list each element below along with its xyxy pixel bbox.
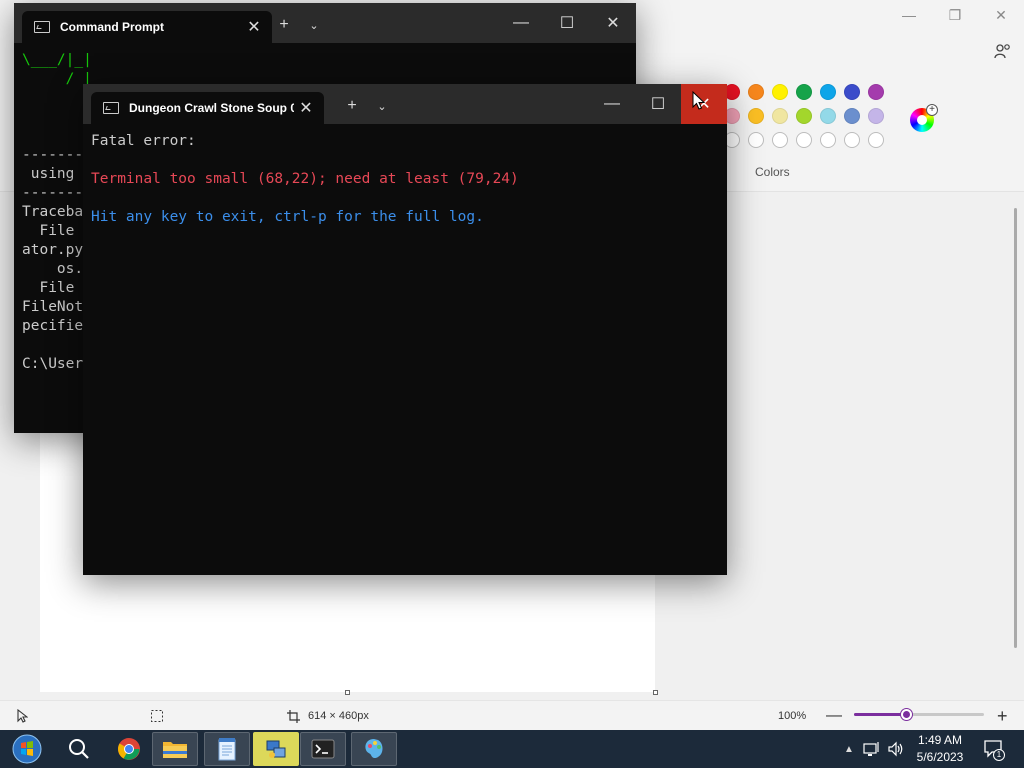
taskbar-clock[interactable]: 1:49 AM 5/6/2023 bbox=[908, 732, 972, 766]
dcss-tab-title: Dungeon Crawl Stone Soup 0. bbox=[129, 101, 294, 115]
taskbar-file-explorer-button[interactable] bbox=[152, 732, 198, 766]
color-swatch[interactable] bbox=[772, 108, 788, 124]
taskbar: ▲ 1:49 AM 5/6/2023 1 bbox=[0, 730, 1024, 768]
terminal-icon bbox=[34, 21, 50, 33]
dcss-dropdown-chevron-icon[interactable]: ⌄ bbox=[372, 96, 392, 116]
custom-color-slot[interactable] bbox=[796, 132, 812, 148]
zoom-slider[interactable] bbox=[854, 709, 984, 720]
taskbar-search-button[interactable] bbox=[56, 732, 102, 766]
share-icon[interactable] bbox=[992, 40, 1014, 62]
color-swatch[interactable] bbox=[772, 84, 788, 100]
search-icon bbox=[69, 739, 89, 759]
cmd-tab-close-icon[interactable]: ✕ bbox=[244, 17, 264, 37]
taskbar-chrome-button[interactable] bbox=[106, 732, 152, 766]
cmd-tab-title: Command Prompt bbox=[60, 20, 165, 34]
notification-badge: 1 bbox=[993, 749, 1005, 761]
terminal-line: Fatal error: bbox=[91, 133, 196, 149]
cmd-new-tab-button[interactable]: + bbox=[274, 15, 294, 35]
taskbar-terminal-button[interactable] bbox=[300, 732, 346, 766]
tab-dungeon-crawl[interactable]: Dungeon Crawl Stone Soup 0. ✕ bbox=[91, 92, 324, 124]
dcss-maximize-button[interactable]: ☐ bbox=[635, 84, 681, 124]
clock-time: 1:49 AM bbox=[917, 733, 963, 747]
color-swatch[interactable] bbox=[844, 108, 860, 124]
color-swatch[interactable] bbox=[748, 108, 764, 124]
cmd-tab-bar: Command Prompt ✕ + ⌄ — ☐ ✕ bbox=[14, 3, 636, 43]
dcss-tab-bar: Dungeon Crawl Stone Soup 0. ✕ + ⌄ — ☐ ✕ bbox=[83, 84, 727, 124]
status-bar: 614 × 460px 100% — + bbox=[0, 700, 1024, 730]
custom-color-slot[interactable] bbox=[844, 132, 860, 148]
windows-logo-icon bbox=[12, 734, 42, 764]
dcss-terminal-output[interactable]: Fatal error: Terminal too small (68,22); … bbox=[91, 132, 727, 227]
custom-color-slot[interactable] bbox=[772, 132, 788, 148]
taskbar-connect-button[interactable] bbox=[253, 732, 299, 766]
terminal-line: Terminal too small (68,22); need at leas… bbox=[91, 171, 519, 187]
zoom-out-button[interactable]: — bbox=[826, 701, 842, 731]
dcss-minimize-button[interactable]: — bbox=[589, 84, 635, 124]
zoom-slider-fill bbox=[854, 713, 906, 716]
taskbar-paint-button[interactable] bbox=[351, 732, 397, 766]
mouse-cursor-icon bbox=[692, 91, 706, 110]
color-palette bbox=[724, 84, 884, 156]
cursor-position-icon bbox=[16, 701, 28, 731]
cmd-dropdown-chevron-icon[interactable]: ⌄ bbox=[304, 15, 324, 35]
dcss-new-tab-button[interactable]: + bbox=[342, 96, 362, 116]
network-icon[interactable] bbox=[862, 738, 882, 760]
paint-close-button[interactable]: ✕ bbox=[978, 0, 1024, 30]
paint-minimize-button[interactable]: — bbox=[886, 0, 932, 30]
resize-handle-bottom[interactable] bbox=[345, 690, 350, 695]
tab-command-prompt[interactable]: Command Prompt ✕ bbox=[22, 11, 272, 43]
terminal-app-icon bbox=[311, 739, 335, 759]
network-app-icon bbox=[266, 740, 286, 758]
color-swatch[interactable] bbox=[748, 84, 764, 100]
add-color-icon[interactable]: + bbox=[926, 104, 938, 116]
paint-caption-buttons: — ❐ ✕ bbox=[884, 0, 1024, 30]
colors-group-label: Colors bbox=[755, 165, 790, 179]
cmd-minimize-button[interactable]: — bbox=[498, 3, 544, 43]
folder-icon bbox=[163, 742, 187, 758]
resize-handle-corner[interactable] bbox=[653, 690, 658, 695]
taskbar-notepad-button[interactable] bbox=[204, 732, 250, 766]
cmd-close-button[interactable]: ✕ bbox=[590, 3, 636, 43]
zoom-in-button[interactable]: + bbox=[997, 701, 1008, 731]
paint-restore-button[interactable]: ❐ bbox=[932, 0, 978, 30]
color-swatch[interactable] bbox=[868, 84, 884, 100]
color-swatch[interactable] bbox=[820, 108, 836, 124]
color-swatch[interactable] bbox=[796, 84, 812, 100]
color-swatch[interactable] bbox=[820, 84, 836, 100]
vertical-scrollbar[interactable] bbox=[1014, 208, 1017, 648]
start-button[interactable] bbox=[4, 730, 50, 768]
canvas-size-text: 614 × 460px bbox=[308, 710, 369, 722]
color-swatch[interactable] bbox=[796, 108, 812, 124]
custom-color-slot[interactable] bbox=[748, 132, 764, 148]
zoom-slider-thumb[interactable] bbox=[901, 709, 912, 720]
terminal-line: \___/|_| bbox=[22, 52, 92, 68]
notepad-icon bbox=[218, 738, 236, 761]
canvas-size-icon bbox=[287, 701, 300, 731]
color-swatch[interactable] bbox=[844, 84, 860, 100]
dcss-terminal-window: Dungeon Crawl Stone Soup 0. ✕ + ⌄ — ☐ ✕ … bbox=[83, 84, 727, 575]
volume-icon[interactable] bbox=[886, 738, 906, 760]
custom-color-slot[interactable] bbox=[868, 132, 884, 148]
dcss-tab-close-icon[interactable]: ✕ bbox=[296, 98, 316, 118]
color-swatch[interactable] bbox=[868, 108, 884, 124]
show-hidden-icons-chevron-icon[interactable]: ▲ bbox=[842, 740, 856, 758]
terminal-line: Hit any key to exit, ctrl-p for the full… bbox=[91, 209, 484, 225]
chrome-icon bbox=[118, 738, 140, 760]
clock-date: 5/6/2023 bbox=[916, 750, 964, 764]
selection-size-icon bbox=[150, 701, 164, 731]
zoom-level-text: 100% bbox=[778, 710, 807, 722]
custom-color-slot[interactable] bbox=[820, 132, 836, 148]
cmd-maximize-button[interactable]: ☐ bbox=[544, 3, 590, 43]
terminal-icon bbox=[103, 102, 119, 114]
paint-icon bbox=[365, 739, 383, 759]
